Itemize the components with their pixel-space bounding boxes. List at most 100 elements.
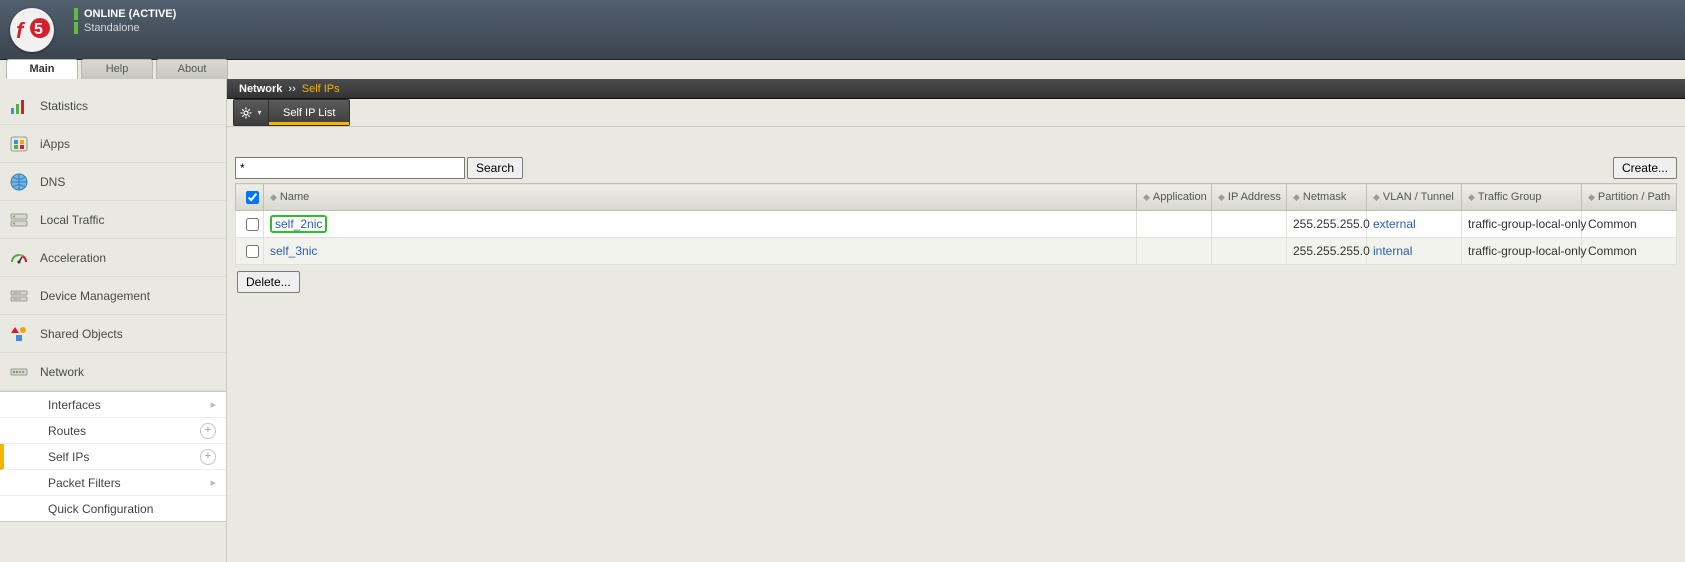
globe-icon [8, 171, 30, 193]
col-header-vlan-tunnel[interactable]: ◆VLAN / Tunnel [1367, 184, 1462, 211]
row-checkbox[interactable] [246, 218, 259, 231]
sidebar-item-device-management[interactable]: Device Management [0, 277, 226, 315]
sidebar-subitem-interfaces[interactable]: Interfaces ▸ [0, 392, 226, 418]
sidebar-item-local-traffic[interactable]: Local Traffic [0, 201, 226, 239]
col-header-traffic-group[interactable]: ◆Traffic Group [1462, 184, 1582, 211]
sidebar-item-label: Device Management [40, 289, 150, 303]
sidebar-subitem-self-ips[interactable]: Self IPs + [0, 444, 226, 470]
chart-icon [8, 95, 30, 117]
sidebar-subitem-routes[interactable]: Routes + [0, 418, 226, 444]
device-icon [8, 285, 30, 307]
cell-netmask: 255.255.255.0 [1287, 211, 1367, 238]
sidebar-item-label: Local Traffic [40, 213, 104, 227]
col-header-partition-path[interactable]: ◆Partition / Path [1582, 184, 1677, 211]
sort-icon: ◆ [1143, 192, 1150, 202]
status-text: ONLINE (ACTIVE) [84, 8, 176, 20]
search-input[interactable] [235, 157, 465, 179]
sidebar-item-label: iApps [40, 137, 70, 151]
content-body: Search Create... ◆Name ◆Application ◆IP … [227, 127, 1685, 562]
vlan-link[interactable]: external [1373, 217, 1416, 231]
plus-icon[interactable]: + [200, 423, 216, 439]
status-indicator-icon [74, 22, 78, 34]
sidebar-item-label: Shared Objects [40, 327, 123, 341]
sidebar-item-label: Statistics [40, 99, 88, 113]
cell-vlan: internal [1367, 238, 1462, 265]
sidebar-item-shared-objects[interactable]: Shared Objects [0, 315, 226, 353]
col-header-ip-address[interactable]: ◆IP Address [1212, 184, 1287, 211]
cell-traffic_group: traffic-group-local-only [1462, 211, 1582, 238]
self-ip-link[interactable]: self_3nic [270, 244, 317, 258]
sidebar-item-dns[interactable]: DNS [0, 163, 226, 201]
sidebar-subitem-label: Packet Filters [48, 476, 121, 490]
svg-text:5: 5 [34, 21, 43, 38]
status-indicator-icon [74, 8, 78, 20]
chevron-right-icon: ›› [288, 83, 295, 95]
breadcrumb-root[interactable]: Network [239, 83, 282, 95]
tab-main[interactable]: Main [6, 59, 78, 79]
chevron-right-icon: ▸ [210, 476, 216, 489]
sidebar-subitem-packet-filters[interactable]: Packet Filters ▸ [0, 470, 226, 496]
breadcrumb-current: Self IPs [302, 83, 340, 95]
content: Network ›› Self IPs ▾ Self IP List [227, 79, 1685, 562]
sidebar-subitem-label: Self IPs [48, 450, 89, 464]
sidebar-item-acceleration[interactable]: Acceleration [0, 239, 226, 277]
col-header-netmask[interactable]: ◆Netmask [1287, 184, 1367, 211]
status-subtext: Standalone [84, 22, 140, 34]
sidebar-item-iapps[interactable]: iApps [0, 125, 226, 163]
sidebar-item-label: Network [40, 365, 84, 379]
sort-icon: ◆ [1218, 192, 1225, 202]
row-checkbox[interactable] [246, 245, 259, 258]
chevron-down-icon: ▾ [257, 108, 261, 117]
svg-text:f: f [16, 18, 26, 43]
main-area: Statistics iApps DNS Local Traffic Accel [0, 79, 1685, 562]
brand-logo: f 5 [10, 8, 54, 52]
app-header: f 5 ONLINE (ACTIVE) Standalone [0, 0, 1685, 60]
sidebar: Statistics iApps DNS Local Traffic Accel [0, 79, 227, 562]
cell-ip [1212, 238, 1287, 265]
col-header-name[interactable]: ◆Name [264, 184, 1137, 211]
table-row: self_3nic255.255.255.0internaltraffic-gr… [236, 238, 1677, 265]
sort-icon: ◆ [1468, 192, 1475, 202]
subtab-label: Self IP List [283, 107, 335, 119]
vlan-link[interactable]: internal [1373, 244, 1412, 258]
gauge-icon [8, 247, 30, 269]
shapes-icon [8, 323, 30, 345]
cell-ip [1212, 211, 1287, 238]
status-block: ONLINE (ACTIVE) Standalone [74, 8, 176, 36]
sidebar-item-label: DNS [40, 175, 65, 189]
search-button[interactable]: Search [467, 157, 523, 179]
select-all-checkbox[interactable] [246, 191, 259, 204]
self-ip-table: ◆Name ◆Application ◆IP Address ◆Netmask … [235, 183, 1677, 265]
network-icon [8, 361, 30, 383]
chevron-right-icon: ▸ [210, 398, 216, 411]
toolbar-row: Search Create... [235, 157, 1677, 179]
sidebar-subitem-label: Routes [48, 424, 86, 438]
breadcrumb: Network ›› Self IPs [227, 79, 1685, 99]
server-icon [8, 209, 30, 231]
cell-netmask: 255.255.255.0 [1287, 238, 1367, 265]
sidebar-subitem-quick-config[interactable]: Quick Configuration [0, 496, 226, 521]
cell-application [1137, 238, 1212, 265]
sort-icon: ◆ [270, 192, 277, 202]
table-row: self_2nic 255.255.255.0 external traffic-gr… [236, 211, 1677, 238]
tab-help[interactable]: Help [81, 59, 153, 79]
subtab-self-ip-list[interactable]: Self IP List [269, 99, 350, 126]
sub-nav: ▾ Self IP List [227, 99, 1685, 127]
settings-dropdown[interactable]: ▾ [233, 99, 269, 126]
sort-icon: ◆ [1373, 192, 1380, 202]
sidebar-item-network[interactable]: Network [0, 353, 226, 391]
self-ip-link[interactable]: self_2nic [270, 215, 327, 233]
cell-application [1137, 211, 1212, 238]
cell-partition: Common [1582, 238, 1677, 265]
sort-icon: ◆ [1588, 192, 1595, 202]
top-tab-bar: Main Help About [0, 60, 1685, 79]
sidebar-item-statistics[interactable]: Statistics [0, 87, 226, 125]
create-button[interactable]: Create... [1613, 157, 1677, 179]
sidebar-item-label: Acceleration [40, 251, 106, 265]
plus-icon[interactable]: + [200, 449, 216, 465]
apps-icon [8, 133, 30, 155]
tab-about[interactable]: About [156, 59, 228, 79]
col-header-application[interactable]: ◆Application [1137, 184, 1212, 211]
sidebar-subitem-label: Quick Configuration [48, 502, 153, 516]
delete-button[interactable]: Delete... [237, 271, 300, 293]
